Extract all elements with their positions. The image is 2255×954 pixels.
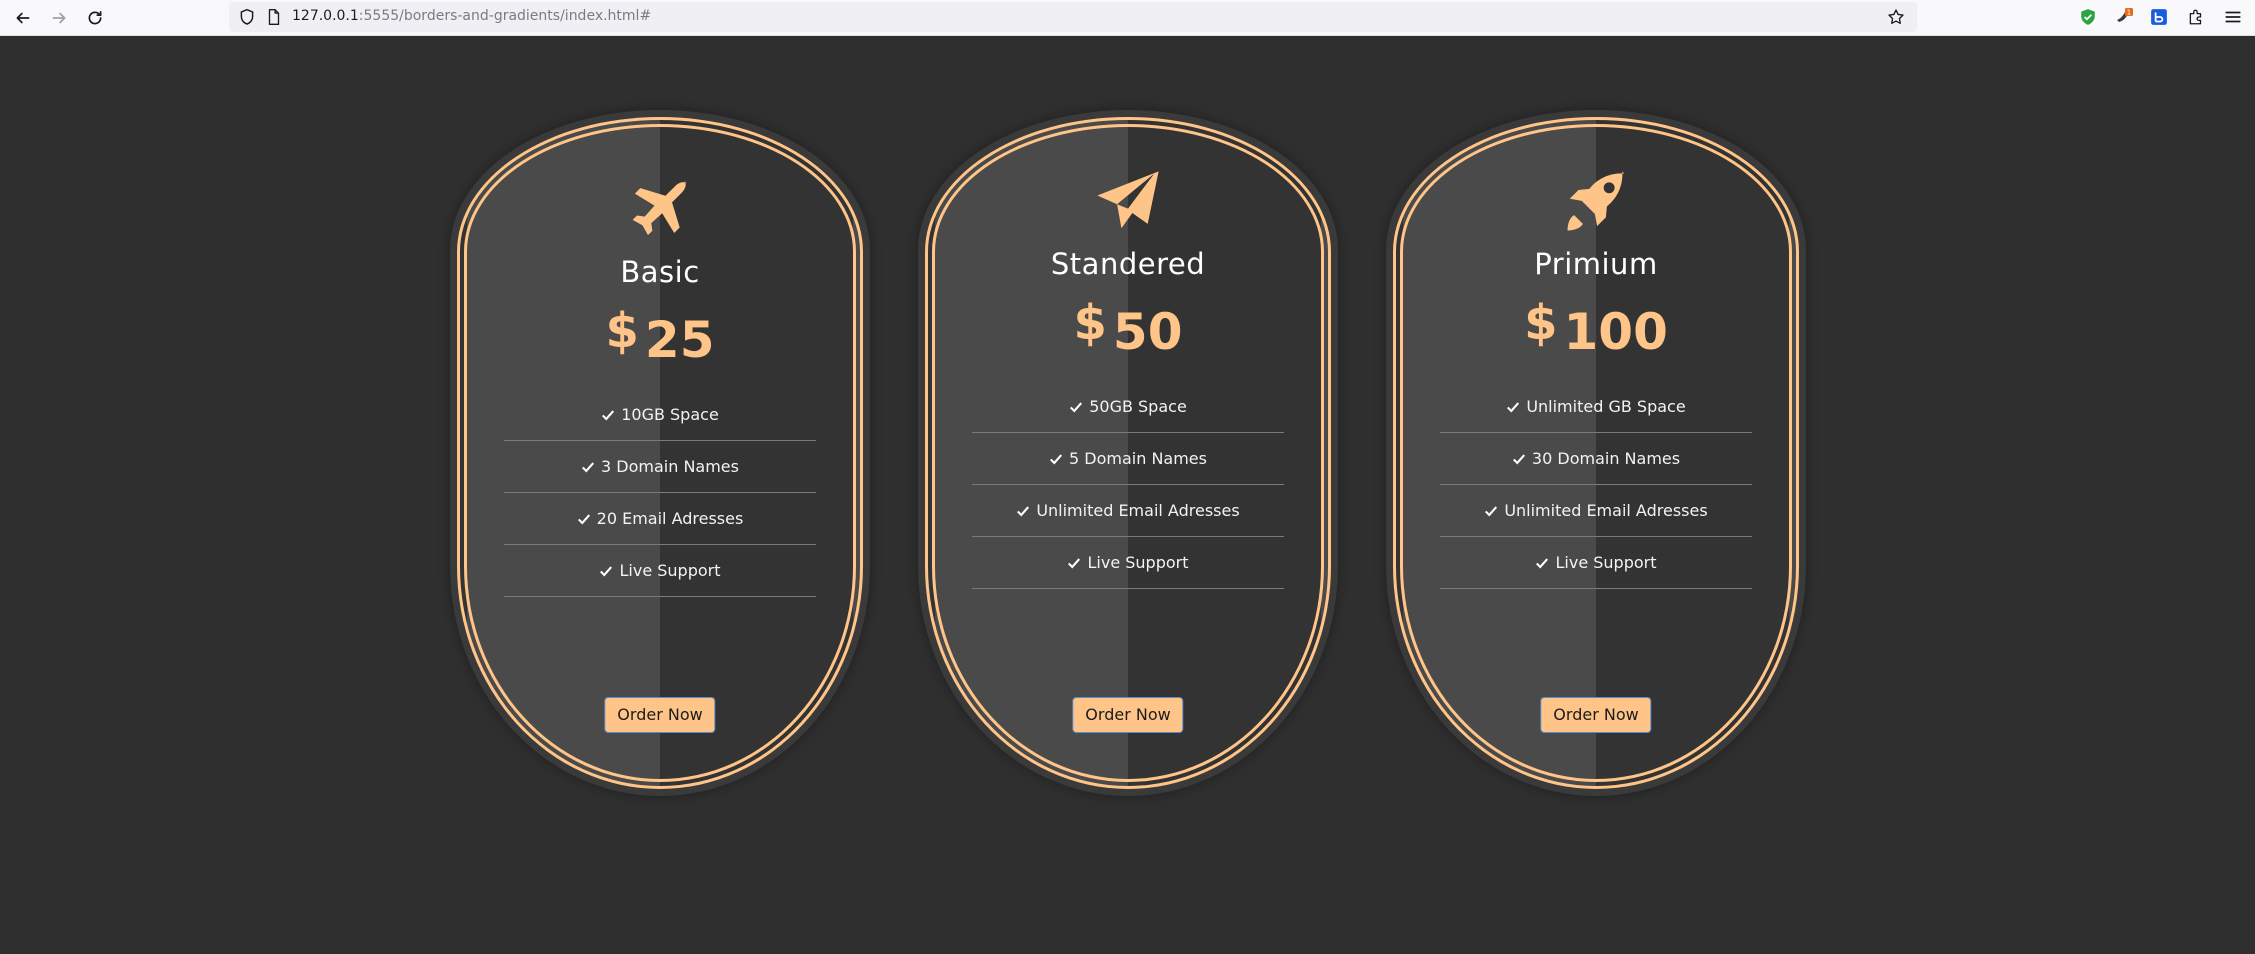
- feature-list: 50GB Space 5 Domain Names Unlimited Emai…: [972, 381, 1284, 589]
- plan-price: $25: [467, 303, 853, 369]
- arrow-right-icon: [52, 12, 66, 24]
- card-border: Primium $100 Unlimited GB Space 30 Domai…: [1393, 117, 1799, 789]
- card-border: Standered $50 50GB Space 5 Domain Names …: [925, 117, 1331, 789]
- feature-text: Unlimited Email Adresses: [1036, 501, 1240, 520]
- url-host: 127.0.0.1: [292, 8, 359, 24]
- feature-text: Live Support: [1555, 553, 1657, 572]
- price-currency: $: [1073, 295, 1107, 351]
- check-icon: [602, 409, 615, 420]
- feature-text: 5 Domain Names: [1069, 449, 1207, 468]
- order-now-button[interactable]: Order Now: [1540, 697, 1652, 733]
- card-border: Basic $25 10GB Space 3 Domain Names 20 E…: [457, 117, 863, 789]
- plan-price: $50: [935, 295, 1321, 361]
- feature-text: Live Support: [619, 561, 721, 580]
- plan-name: Basic: [620, 255, 700, 289]
- rocket-icon: [1559, 167, 1633, 237]
- check-icon: [1050, 453, 1063, 464]
- check-icon: [1485, 505, 1498, 516]
- check-icon: [1070, 401, 1083, 412]
- extensions-puzzle-icon[interactable]: [2185, 6, 2207, 28]
- feature-text: 30 Domain Names: [1531, 449, 1681, 468]
- feature-item: 30 Domain Names: [1440, 433, 1752, 485]
- pricing-card-basic: Basic $25 10GB Space 3 Domain Names 20 E…: [450, 110, 870, 796]
- arrow-left-icon: [16, 12, 30, 24]
- check-icon: [1536, 557, 1549, 568]
- pricing-card-standered: Standered $50 50GB Space 5 Domain Names …: [918, 110, 1338, 796]
- bookmark-star-icon[interactable]: [1887, 8, 1905, 26]
- address-bar[interactable]: 127.0.0.1:5555/borders-and-gradients/ind…: [229, 2, 1917, 32]
- feature-item: 3 Domain Names: [504, 441, 816, 493]
- feature-item: 5 Domain Names: [972, 433, 1284, 485]
- price-amount: 50: [1112, 303, 1183, 361]
- check-icon: [1507, 401, 1520, 412]
- feature-item: Unlimited Email Adresses: [972, 485, 1284, 537]
- reload-button[interactable]: [82, 5, 108, 31]
- price-currency: $: [605, 303, 639, 359]
- feature-item: Live Support: [972, 537, 1284, 589]
- feature-text: 50GB Space: [1089, 397, 1187, 416]
- feature-text: 20 Email Adresses: [596, 509, 744, 528]
- shield-check-extension-icon[interactable]: [2077, 6, 2099, 28]
- feature-item: 20 Email Adresses: [504, 493, 816, 545]
- plan-name: Primium: [1534, 247, 1658, 281]
- order-now-button[interactable]: Order Now: [1072, 697, 1184, 733]
- order-now-button[interactable]: Order Now: [604, 697, 716, 733]
- check-icon: [577, 513, 590, 524]
- check-icon: [1512, 453, 1525, 464]
- shield-icon[interactable]: [238, 8, 256, 26]
- feature-item: 10GB Space: [504, 389, 816, 441]
- check-icon: [1017, 505, 1030, 516]
- feature-item: Live Support: [1440, 537, 1752, 589]
- check-icon: [600, 565, 613, 576]
- check-icon: [1068, 557, 1081, 568]
- feature-item: Unlimited GB Space: [1440, 381, 1752, 433]
- reload-icon: [88, 10, 102, 25]
- pricing-card-primium: Primium $100 Unlimited GB Space 30 Domai…: [1386, 110, 1806, 796]
- url-path: :5555/borders-and-gradients/index.html#: [358, 8, 652, 24]
- browser-toolbar: 127.0.0.1:5555/borders-and-gradients/ind…: [0, 0, 2255, 36]
- feature-text: 10GB Space: [621, 405, 719, 424]
- plane-icon: [623, 175, 697, 245]
- feature-text: 3 Domain Names: [601, 457, 739, 476]
- feature-item: Live Support: [504, 545, 816, 597]
- forward-button[interactable]: [46, 5, 72, 31]
- feature-text: Unlimited GB Space: [1526, 397, 1686, 416]
- plan-name: Standered: [1050, 247, 1206, 281]
- extension-badge-count: 1: [2127, 9, 2131, 17]
- feature-text: Unlimited Email Adresses: [1504, 501, 1708, 520]
- back-button[interactable]: [10, 5, 36, 31]
- feature-item: 50GB Space: [972, 381, 1284, 433]
- feature-list: 10GB Space 3 Domain Names 20 Email Adres…: [504, 389, 816, 597]
- menu-hamburger-icon[interactable]: [2222, 6, 2244, 28]
- bitwarden-extension-icon[interactable]: [2148, 6, 2170, 28]
- extension-badge-icon[interactable]: 1: [2113, 6, 2135, 28]
- feature-text: Live Support: [1087, 553, 1189, 572]
- feature-list: Unlimited GB Space 30 Domain Names Unlim…: [1440, 381, 1752, 589]
- page-icon[interactable]: [265, 8, 283, 26]
- url-text[interactable]: 127.0.0.1:5555/borders-and-gradients/ind…: [292, 8, 651, 24]
- price-amount: 100: [1563, 303, 1668, 361]
- feature-item: Unlimited Email Adresses: [1440, 485, 1752, 537]
- check-icon: [582, 461, 595, 472]
- price-amount: 25: [644, 311, 715, 369]
- price-currency: $: [1524, 295, 1558, 351]
- plan-price: $100: [1403, 295, 1789, 361]
- paper-plane-icon: [1091, 167, 1165, 237]
